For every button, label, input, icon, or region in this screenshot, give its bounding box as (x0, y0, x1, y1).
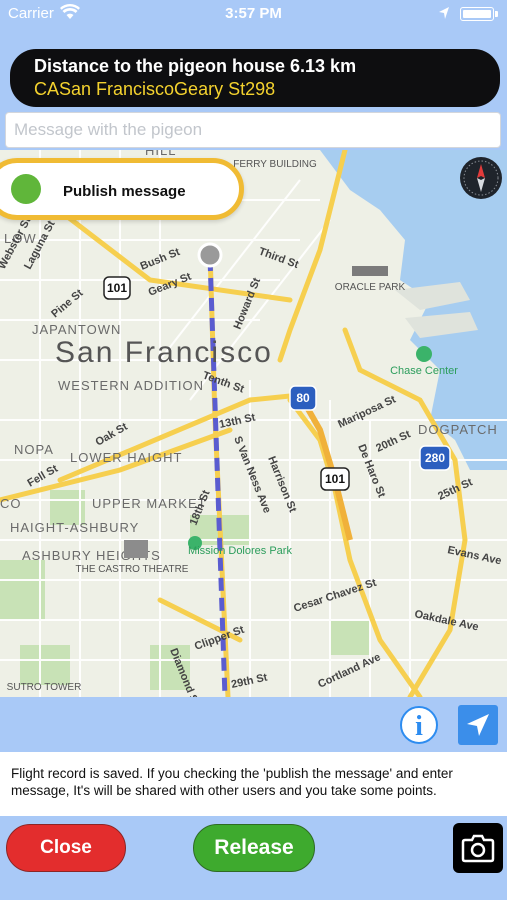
release-button[interactable]: Release (193, 824, 315, 872)
poi-label: ORACLE PARK (335, 282, 406, 293)
distance-banner: Distance to the pigeon house 6.13 km CAS… (10, 49, 500, 107)
info-button[interactable]: i (400, 706, 438, 744)
poi-label: Chase Center (390, 365, 458, 377)
camera-button[interactable] (453, 823, 503, 873)
publish-message-toggle[interactable]: Publish message (0, 158, 244, 220)
poi-label: THE CASTRO THEATRE (76, 564, 189, 575)
highway-101-shield-south: 101 (325, 472, 345, 486)
neighborhood-label: DOGPATCH (418, 422, 498, 437)
highway-101-shield: 101 (107, 281, 127, 295)
poi-label: SUTRO TOWER (7, 682, 82, 693)
street-label: 13th St (218, 412, 257, 431)
status-time: 3:57 PM (225, 5, 282, 22)
location-arrow-icon (439, 7, 449, 19)
street-label: Mariposa St (336, 393, 398, 430)
neighborhood-label: HILL (145, 150, 176, 158)
flight-record-message: Flight record is saved. If you checking … (0, 752, 507, 816)
highway-280-shield: 280 (425, 451, 445, 465)
locate-button[interactable] (458, 705, 498, 745)
street-label: Howard St (232, 276, 264, 331)
highway-80-shield: 80 (296, 391, 310, 405)
street-label: Cortland Ave (316, 651, 382, 690)
status-bar: Carrier 3:57 PM (0, 0, 507, 28)
neighborhood-label: JAPANTOWN (32, 322, 121, 337)
message-input[interactable] (5, 112, 501, 148)
toggle-indicator (11, 174, 41, 204)
navigation-arrow-icon (467, 714, 489, 736)
street-label: Oakdale Ave (413, 608, 479, 633)
battery-icon (460, 7, 498, 21)
street-label: Evans Ave (446, 544, 502, 567)
neighborhood-label: CO (0, 496, 22, 511)
street-label: Third St (257, 246, 300, 272)
neighborhood-label: WESTERN ADDITION (58, 378, 204, 393)
poi-label: FERRY BUILDING (233, 159, 317, 170)
street-label: Oak St (94, 421, 130, 449)
address-label: CASan FranciscoGeary St298 (34, 79, 276, 99)
publish-message-label: Publish message (63, 183, 186, 200)
street-label: S Van Ness Ave (231, 435, 273, 515)
poi-label: Mission Dolores Park (188, 545, 292, 557)
city-label: San Francisco (55, 336, 273, 369)
distance-label: Distance to the pigeon house 6.13 km (34, 56, 357, 76)
street-label: 20th St (374, 428, 413, 455)
camera-icon (461, 834, 495, 863)
map-view[interactable]: 101 80 101 280 San Francisco HILL LOW JA… (0, 150, 507, 697)
neighborhood-label: HAIGHT-ASHBURY (10, 520, 139, 535)
close-button[interactable]: Close (6, 824, 126, 872)
neighborhood-label: UPPER MARKET (92, 496, 207, 511)
neighborhood-label: NOPA (14, 442, 54, 457)
street-label: Tenth St (201, 370, 246, 396)
neighborhood-label: LOWER HAIGHT (70, 450, 182, 465)
compass-icon[interactable] (459, 156, 503, 200)
